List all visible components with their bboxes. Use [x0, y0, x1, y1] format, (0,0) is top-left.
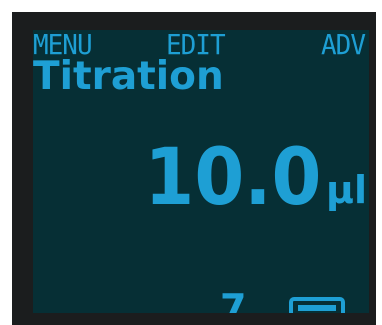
- pipette-display-device: MENU EDIT ADV Titration 10.0 µl 7: [0, 0, 382, 325]
- volume-unit: µl: [326, 168, 367, 212]
- step-counter: 7: [220, 286, 247, 313]
- volume-value: 10.0: [143, 133, 321, 223]
- mode-title: Titration: [33, 54, 224, 99]
- lcd-screen: MENU EDIT ADV Titration 10.0 µl 7: [33, 30, 369, 313]
- battery-icon: [289, 297, 345, 313]
- adv-softkey-label[interactable]: ADV: [321, 32, 366, 59]
